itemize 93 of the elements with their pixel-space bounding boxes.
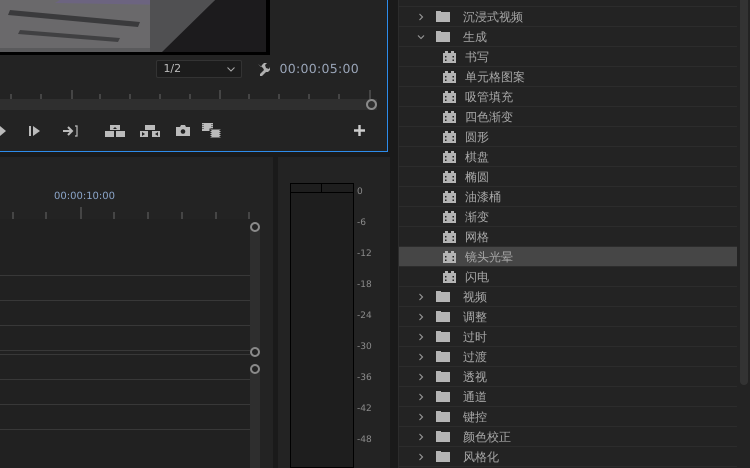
chevron-down-icon[interactable] (417, 32, 425, 40)
effect-label: 四色渐变 (465, 108, 513, 126)
meter-scale-label: -48 (357, 435, 372, 445)
folder-icon (436, 431, 450, 442)
effect-label: 镜头光晕 (465, 248, 513, 266)
folder-label: 沉浸式视频 (463, 8, 523, 26)
folder-label: 调整 (463, 308, 487, 326)
effect-icon (443, 250, 456, 262)
effect-icon (443, 210, 456, 222)
lift-icon (105, 124, 125, 136)
playhead-handle[interactable] (366, 99, 377, 110)
meter-scale-label: -36 (357, 373, 372, 383)
effect-label: 吸管填充 (465, 88, 513, 106)
meter-peak-indicator (322, 183, 354, 193)
effect-icon (443, 90, 456, 102)
folder-icon (436, 311, 450, 322)
folder-label: 视频 (463, 288, 487, 306)
folder-icon (436, 291, 450, 302)
step-forward-button[interactable] (29, 126, 41, 136)
chevron-right-icon[interactable] (417, 432, 425, 440)
folder-label: 过渡 (463, 348, 487, 366)
effect-row[interactable]: 镜头光晕 (399, 247, 737, 267)
effect-label: 椭圆 (465, 168, 489, 186)
extract-button[interactable] (140, 124, 160, 136)
scroll-handle[interactable] (250, 222, 260, 232)
folder-label: 透视 (463, 368, 487, 386)
chevron-right-icon[interactable] (417, 372, 425, 380)
folder-icon (436, 451, 450, 462)
film-frames-icon (202, 123, 221, 138)
meter-peak-indicator (290, 183, 322, 193)
effect-label: 棋盘 (465, 148, 489, 166)
effect-icon (443, 150, 456, 162)
effect-icon (443, 270, 456, 282)
chevron-right-icon[interactable] (417, 312, 425, 320)
chevron-right-icon[interactable] (417, 12, 425, 20)
camera-icon (176, 125, 190, 136)
folder-label: 生成 (463, 28, 487, 46)
add-button[interactable] (354, 125, 365, 136)
folder-icon (436, 11, 450, 22)
folder-label: 通道 (463, 388, 487, 406)
chevron-right-icon[interactable] (417, 392, 425, 400)
effect-label: 网格 (465, 228, 489, 246)
effect-label: 闪电 (465, 268, 489, 286)
meter-scale-label: -24 (357, 311, 372, 321)
ruler-timecode: 00:00:10:00 (54, 190, 116, 204)
chevron-right-icon[interactable] (417, 452, 425, 460)
folder-label: 颜色校正 (463, 428, 511, 446)
play-button[interactable] (0, 126, 6, 136)
effect-label: 渐变 (465, 208, 489, 226)
effect-label: 单元格图案 (465, 68, 525, 86)
effect-label: 书写 (465, 48, 489, 66)
timecode: 00:00:05:00 (279, 60, 359, 78)
folder-icon (436, 351, 450, 362)
effect-icon (443, 70, 456, 82)
step-forward-icon (29, 126, 41, 136)
go-to-out-button[interactable] (63, 124, 79, 136)
plus-icon (354, 125, 365, 136)
folder-icon (436, 371, 450, 382)
meter-scale-label: -12 (357, 249, 372, 259)
effect-icon (443, 130, 456, 142)
zoom-dropdown[interactable]: 1/2 (156, 60, 242, 78)
lift-button[interactable] (105, 124, 125, 136)
meter-scale-label: -30 (357, 342, 372, 352)
comparison-view-button[interactable] (202, 123, 221, 138)
meter-scale-label: -42 (357, 404, 372, 414)
folder-label: 过时 (463, 328, 487, 346)
folder-label: 风格化 (463, 448, 499, 466)
play-icon (0, 126, 6, 136)
scrollbar[interactable] (250, 364, 260, 468)
effect-label: 圆形 (465, 128, 489, 146)
effect-icon (443, 190, 456, 202)
effect-icon (443, 230, 456, 242)
folder-icon (436, 31, 450, 42)
folder-icon (436, 411, 450, 422)
folder-icon (436, 331, 450, 342)
extract-icon (140, 124, 160, 136)
folder-icon (436, 391, 450, 402)
effect-icon (443, 170, 456, 182)
export-frame-button[interactable] (176, 125, 190, 136)
arrow-to-bracket-icon (63, 124, 79, 136)
caret-icon (227, 66, 236, 72)
effect-icon (443, 110, 456, 122)
chevron-right-icon[interactable] (417, 412, 425, 420)
effect-icon (443, 50, 456, 62)
chevron-right-icon[interactable] (417, 352, 425, 360)
meter-scale-label: 0 (357, 187, 363, 197)
meter-scale-label: -6 (357, 218, 366, 228)
chevron-right-icon[interactable] (417, 332, 425, 340)
effect-label: 油漆桶 (465, 188, 501, 206)
meter-scale-label: -18 (357, 280, 372, 290)
chevron-right-icon[interactable] (417, 292, 425, 300)
folder-label: 键控 (463, 408, 487, 426)
scrollbar[interactable] (250, 222, 260, 357)
